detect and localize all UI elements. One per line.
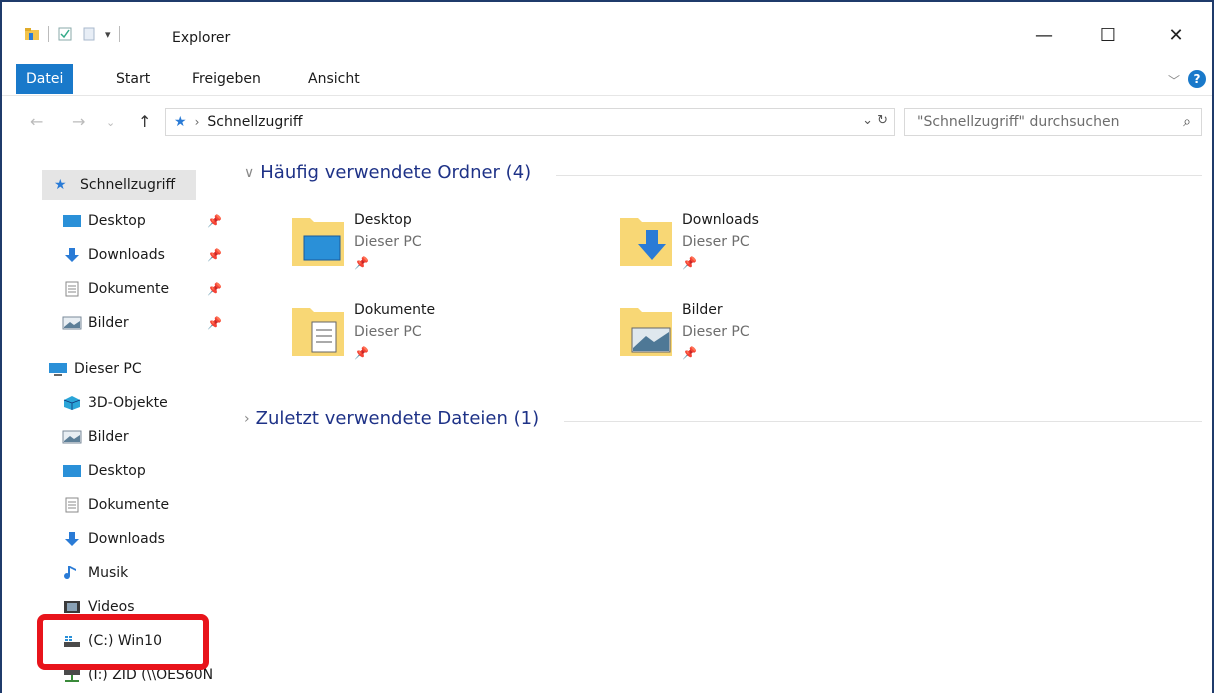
- folder-tile-documents[interactable]: Dokumente Dieser PC 📌: [290, 302, 590, 372]
- address-bar[interactable]: ★ › Schnellzugriff ⌄ ↻: [165, 108, 895, 136]
- sidebar-item-this-pc[interactable]: Dieser PC: [48, 354, 142, 384]
- tab-datei[interactable]: Datei: [16, 64, 74, 94]
- tab-ansicht[interactable]: Ansicht: [298, 64, 370, 94]
- tab-freigeben[interactable]: Freigeben: [182, 64, 271, 94]
- pin-icon[interactable]: 📌: [207, 316, 222, 330]
- group-divider: [564, 421, 1202, 422]
- quick-access-toolbar: ▾: [24, 26, 120, 42]
- search-placeholder: "Schnellzugriff" durchsuchen: [917, 114, 1120, 130]
- recent-locations-icon[interactable]: ⌄: [106, 116, 115, 129]
- music-icon: [64, 566, 76, 580]
- help-icon[interactable]: ?: [1188, 70, 1206, 88]
- sidebar-item-music[interactable]: Musik: [62, 558, 128, 588]
- 3d-objects-icon: [63, 396, 81, 410]
- folder-tile-pictures[interactable]: Bilder Dieser PC 📌: [618, 302, 918, 372]
- sidebar-item-pictures[interactable]: Bilder: [62, 422, 129, 452]
- pin-icon: 📌: [354, 256, 369, 270]
- up-arrow-icon[interactable]: ↑: [138, 112, 151, 131]
- folder-tile-downloads[interactable]: Downloads Dieser PC 📌: [618, 212, 918, 282]
- pin-icon: 📌: [682, 256, 697, 270]
- group-header-recent-files[interactable]: › Zuletzt verwendete Dateien (1): [244, 408, 539, 429]
- desktop-icon: [63, 465, 81, 477]
- sidebar-item-desktop-pinned[interactable]: Desktop: [62, 206, 146, 236]
- search-icon[interactable]: ⌕: [1183, 114, 1191, 130]
- chevron-right-icon: ›: [244, 410, 250, 427]
- sidebar-item-3d-objects[interactable]: 3D-Objekte: [62, 388, 168, 418]
- sidebar-item-pictures-pinned[interactable]: Bilder: [62, 308, 129, 338]
- title-bar: ▾ Explorer — ☐ ✕: [2, 2, 1212, 52]
- sidebar-item-desktop[interactable]: Desktop: [62, 456, 146, 486]
- quick-access-star-icon: ★: [54, 177, 67, 193]
- explorer-window: ▾ Explorer — ☐ ✕ Datei Start Freigeben A…: [0, 0, 1214, 693]
- address-dropdown-refresh[interactable]: ⌄ ↻: [862, 113, 888, 128]
- breadcrumb[interactable]: Schnellzugriff: [207, 114, 302, 130]
- tab-start[interactable]: Start: [106, 64, 160, 94]
- toolbar-divider: [118, 26, 120, 42]
- pictures-icon: [62, 430, 82, 444]
- pin-icon: 📌: [682, 346, 697, 360]
- breadcrumb-chevron-icon: ›: [194, 115, 200, 129]
- chevron-down-icon: ∨: [244, 164, 255, 181]
- quick-access-star-icon: ★: [174, 114, 187, 130]
- customize-toolbar-icon[interactable]: ▾: [105, 28, 111, 41]
- expand-ribbon-icon[interactable]: ﹀: [1168, 72, 1180, 89]
- navigation-bar: ← → ⌄ ↑ ★ › Schnellzugriff ⌄ ↻ "Schnellz…: [2, 102, 1212, 142]
- properties-icon[interactable]: [57, 26, 73, 42]
- sidebar-item-documents-pinned[interactable]: Dokumente: [62, 274, 169, 304]
- folder-app-icon: [25, 28, 39, 40]
- pictures-icon: [62, 316, 82, 330]
- group-divider: [556, 175, 1202, 176]
- folder-pictures-icon: [620, 308, 672, 356]
- forward-arrow-icon[interactable]: →: [72, 112, 85, 131]
- highlight-annotation: [37, 614, 209, 670]
- video-icon: [64, 601, 80, 613]
- maximize-button[interactable]: ☐: [1088, 22, 1128, 48]
- computer-icon: [49, 363, 67, 376]
- folder-downloads-icon: [620, 218, 672, 266]
- folder-desktop-icon: [292, 218, 344, 266]
- document-icon: [65, 497, 79, 513]
- pin-icon[interactable]: 📌: [207, 214, 222, 228]
- folder-documents-icon: [292, 308, 344, 356]
- pin-icon: 📌: [354, 346, 369, 360]
- sidebar-item-downloads-pinned[interactable]: Downloads: [62, 240, 165, 270]
- close-button[interactable]: ✕: [1156, 22, 1196, 48]
- document-icon: [65, 281, 79, 297]
- toolbar-divider: [48, 26, 49, 42]
- download-icon: [65, 532, 79, 546]
- ribbon-tabs: Datei Start Freigeben Ansicht ﹀ ?: [2, 64, 1212, 96]
- content-pane: ∨ Häufig verwendete Ordner (4) Desktop D…: [234, 152, 1210, 693]
- back-arrow-icon[interactable]: ←: [30, 112, 43, 131]
- sidebar-item-documents[interactable]: Dokumente: [62, 490, 169, 520]
- desktop-icon: [63, 215, 81, 227]
- new-folder-icon[interactable]: [81, 26, 97, 42]
- pin-icon[interactable]: 📌: [207, 282, 222, 296]
- group-header-frequent-folders[interactable]: ∨ Häufig verwendete Ordner (4): [244, 162, 531, 183]
- folder-tile-desktop[interactable]: Desktop Dieser PC 📌: [290, 212, 590, 282]
- search-input[interactable]: "Schnellzugriff" durchsuchen ⌕: [904, 108, 1202, 136]
- navigation-pane: ★ Schnellzugriff Desktop 📌 Downloads 📌 D…: [2, 152, 230, 693]
- window-title: Explorer: [172, 30, 231, 46]
- download-icon: [65, 248, 79, 262]
- sidebar-item-quick-access[interactable]: ★ Schnellzugriff: [42, 170, 196, 200]
- minimize-button[interactable]: —: [1024, 22, 1064, 48]
- pin-icon[interactable]: 📌: [207, 248, 222, 262]
- sidebar-item-downloads[interactable]: Downloads: [62, 524, 165, 554]
